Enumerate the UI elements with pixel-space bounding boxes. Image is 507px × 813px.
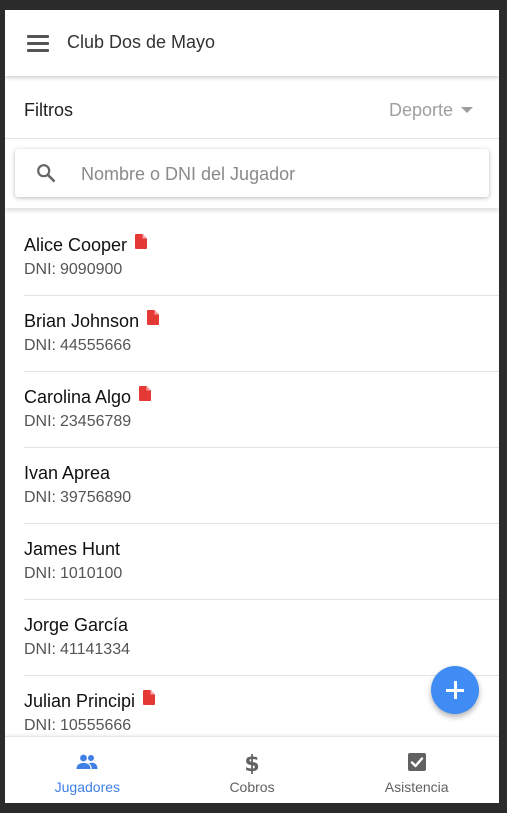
player-list-item[interactable]: Alice Cooper DNI: 9090900 [5, 220, 499, 296]
player-name: Alice Cooper [24, 235, 128, 255]
bottom-nav: Jugadores $ Cobros Asistencia [5, 736, 499, 803]
search-area [5, 139, 499, 208]
dni-value: 39756890 [60, 489, 132, 506]
app-screen: Club Dos de Mayo Filtros Deporte Alice C… [5, 10, 499, 803]
dni-label: DNI: [24, 717, 56, 734]
tab-cobros[interactable]: $ Cobros [170, 737, 335, 803]
tab-jugadores[interactable]: Jugadores [5, 737, 170, 803]
player-list-item[interactable]: Julian Principi DNI: 10555666 [5, 676, 499, 736]
dni-label: DNI: [24, 261, 56, 278]
filters-bar: Filtros Deporte [5, 76, 499, 139]
dni-value: 1010100 [60, 565, 123, 582]
player-list-item[interactable]: Ivan Aprea DNI: 39756890 [5, 448, 499, 524]
player-name-row: James Hunt [24, 539, 120, 560]
dni-value: 41141334 [60, 641, 130, 658]
document-icon[interactable] [139, 386, 152, 401]
player-dni: DNI: 1010100 [24, 565, 122, 583]
add-player-button[interactable] [431, 666, 479, 714]
tab-asistencia[interactable]: Asistencia [334, 737, 499, 803]
player-name: Brian Johnson [24, 311, 140, 331]
search-input[interactable] [79, 158, 473, 190]
player-name-row: Jorge García [24, 615, 128, 636]
document-icon[interactable] [143, 690, 156, 705]
filters-label: Filtros [24, 100, 73, 120]
document-icon[interactable] [147, 310, 160, 325]
player-name: Jorge García [24, 615, 129, 635]
player-dni: DNI: 44555666 [24, 337, 131, 355]
player-dni: DNI: 41141334 [24, 641, 130, 659]
dni-label: DNI: [24, 641, 56, 658]
dni-value: 10555666 [60, 717, 132, 734]
player-name-row: Ivan Aprea [24, 463, 110, 484]
player-dni: DNI: 39756890 [24, 489, 131, 507]
player-list: Alice Cooper DNI: 9090900 Brian Johnson DNI:… [5, 220, 499, 736]
player-name-row: Julian Principi [24, 690, 156, 712]
svg-text:$: $ [244, 752, 259, 774]
player-name: James Hunt [24, 539, 121, 559]
player-name: Carolina Algo [24, 387, 132, 407]
search-icon [37, 164, 56, 183]
sport-select[interactable]: Deporte [389, 98, 473, 122]
player-name-row: Carolina Algo [24, 386, 152, 408]
player-list-item[interactable]: Brian Johnson DNI: 44555666 [5, 296, 499, 372]
player-name-row: Alice Cooper [24, 234, 148, 256]
dni-value: 9090900 [60, 261, 123, 278]
search-box [15, 149, 489, 197]
sport-select-value: Deporte [388, 99, 453, 120]
dni-value: 23456789 [60, 413, 132, 430]
dni-value: 44555666 [60, 337, 132, 354]
caret-down-icon [461, 107, 473, 113]
player-dni: DNI: 9090900 [24, 261, 122, 279]
dni-label: DNI: [24, 413, 56, 430]
menu-icon[interactable] [27, 34, 49, 52]
tab-label: Jugadores [54, 779, 121, 795]
player-name-row: Brian Johnson [24, 310, 160, 332]
player-list-item[interactable]: James Hunt DNI: 1010100 [5, 524, 499, 600]
player-list-item[interactable]: Jorge García DNI: 41141334 [5, 600, 499, 676]
tab-label: Asistencia [384, 779, 449, 795]
dni-label: DNI: [24, 337, 56, 354]
tab-label: Cobros [229, 779, 275, 795]
app-title: Club Dos de Mayo [67, 32, 216, 52]
document-icon[interactable] [135, 234, 148, 249]
dni-label: DNI: [24, 489, 56, 506]
player-dni: DNI: 23456789 [24, 413, 131, 431]
player-name: Ivan Aprea [24, 463, 111, 483]
people-icon [76, 754, 98, 769]
player-name: Julian Principi [24, 691, 136, 711]
app-bar: Club Dos de Mayo [5, 10, 499, 76]
check-box-icon [407, 753, 426, 771]
dni-label: DNI: [24, 565, 56, 582]
player-dni: DNI: 10555666 [24, 717, 131, 735]
player-list-item[interactable]: Carolina Algo DNI: 23456789 [5, 372, 499, 448]
dollar-icon: $ [244, 752, 259, 774]
